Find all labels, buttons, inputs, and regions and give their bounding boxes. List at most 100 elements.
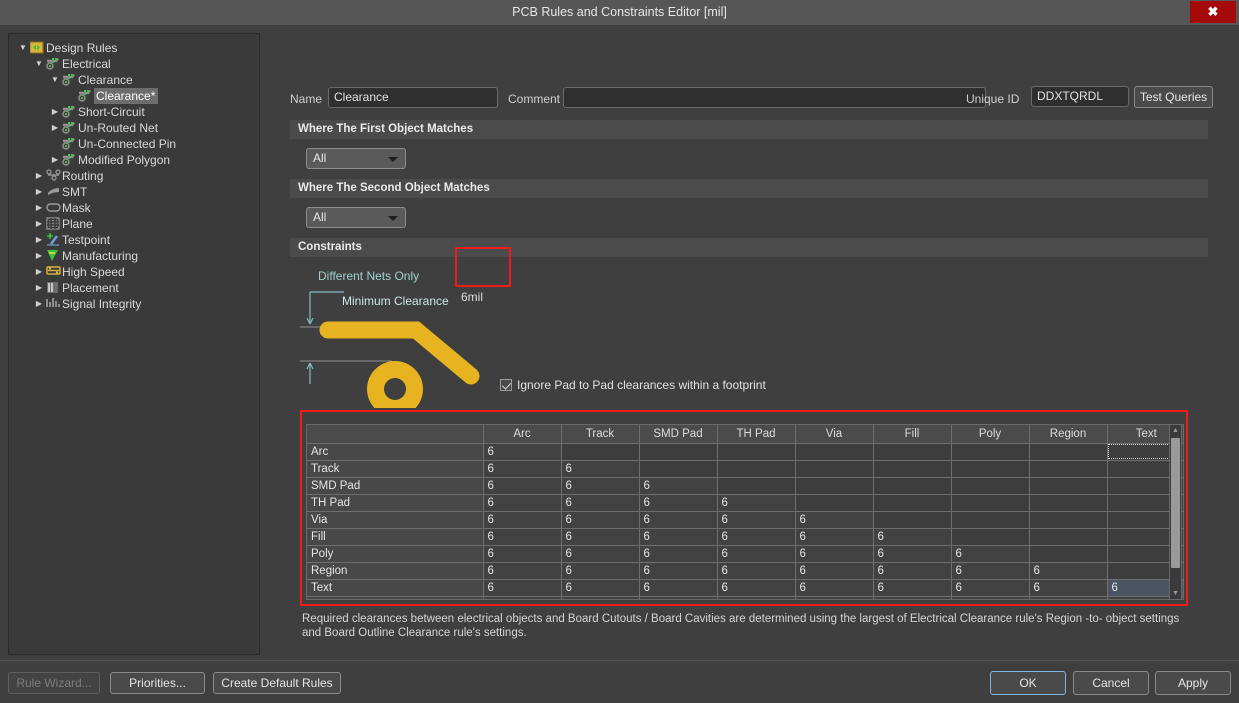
matrix-row[interactable]: TH Pad 6 6 6 6 (307, 494, 1183, 512)
tree-item-un-connected-pin[interactable]: ▶ Un-Connected Pin (9, 136, 259, 152)
matrix-cell[interactable]: 6 (872, 596, 951, 599)
matrix-cell[interactable] (872, 511, 951, 529)
matrix-cell[interactable] (1028, 443, 1107, 461)
matrix-cell[interactable] (716, 443, 795, 461)
matrix-cell[interactable]: 6 (794, 579, 873, 597)
tree-item-clearance[interactable]: ▶ Clearance* (9, 88, 259, 104)
matrix-cell[interactable]: 6 (560, 477, 639, 495)
matrix-cell[interactable] (872, 477, 951, 495)
matrix-cell[interactable] (716, 460, 795, 478)
tree-item-routing[interactable]: ▶ Routing (9, 168, 259, 184)
matrix-cell[interactable]: 6 (1028, 596, 1107, 599)
tree-item-short-circuit[interactable]: ▶ Short-Circuit (9, 104, 259, 120)
matrix-cell[interactable] (1028, 511, 1107, 529)
matrix-cell[interactable]: 6 (950, 579, 1029, 597)
matrix-cell[interactable]: 6 (872, 579, 951, 597)
chevron-right-icon[interactable]: ▶ (49, 152, 61, 168)
matrix-cell[interactable] (1028, 528, 1107, 546)
tree-item-smt[interactable]: ▶ SMT (9, 184, 259, 200)
matrix-row[interactable]: Track 6 6 (307, 460, 1183, 478)
matrix-cell[interactable]: 6 (950, 562, 1029, 580)
chevron-down-icon[interactable]: ▼ (17, 40, 29, 56)
apply-button[interactable]: Apply (1155, 671, 1231, 695)
tree-item-manufacturing[interactable]: ▶ Manufacturing (9, 248, 259, 264)
chevron-right-icon[interactable]: ▶ (33, 232, 45, 248)
matrix-cell[interactable]: 6 (638, 511, 717, 529)
matrix-col-header[interactable]: TH Pad (716, 425, 795, 444)
matrix-row[interactable]: Hole666666666 (307, 596, 1183, 599)
matrix-cell[interactable]: 6 (638, 477, 717, 495)
matrix-cell[interactable]: 6 (482, 579, 561, 597)
priorities-button[interactable]: Priorities... (110, 672, 205, 694)
matrix-row[interactable]: Fill 6 6 6 6 6 6 (307, 528, 1183, 546)
chevron-right-icon[interactable]: ▶ (33, 168, 45, 184)
matrix-cell[interactable] (872, 494, 951, 512)
tree-item-mask[interactable]: ▶ Mask (9, 200, 259, 216)
matrix-cell[interactable] (950, 460, 1029, 478)
matrix-col-header[interactable]: Region (1028, 425, 1107, 444)
matrix-cell[interactable]: 6 (560, 579, 639, 597)
tree-item-signal-integrity[interactable]: ▶ Signal Integrity (9, 296, 259, 312)
matrix-col-header[interactable]: Arc (482, 425, 561, 444)
chevron-right-icon[interactable]: ▶ (49, 120, 61, 136)
matrix-cell[interactable] (716, 477, 795, 495)
matrix-cell[interactable] (950, 528, 1029, 546)
matrix-row[interactable]: Arc 6 (307, 443, 1183, 461)
matrix-row-header[interactable]: Text (307, 579, 483, 597)
chevron-right-icon[interactable]: ▶ (33, 264, 45, 280)
matrix-row[interactable]: Region 6 6 6 6 6 6 6 6 (307, 562, 1183, 580)
matrix-cell[interactable]: 6 (1028, 579, 1107, 597)
matrix-cell[interactable] (872, 443, 951, 461)
matrix-cell[interactable]: 6 (1028, 562, 1107, 580)
chevron-down-icon[interactable]: ▼ (49, 72, 61, 88)
matrix-cell[interactable] (1028, 545, 1107, 563)
tree-item-high-speed[interactable]: ▶ High Speed (9, 264, 259, 280)
tree-item-testpoint[interactable]: ▶ Testpoint (9, 232, 259, 248)
matrix-row-header[interactable]: Poly (307, 545, 483, 563)
tree-item-design-rules[interactable]: ▼ Design Rules (9, 40, 259, 56)
matrix-row[interactable]: SMD Pad 6 6 6 (307, 477, 1183, 495)
scrollbar-thumb[interactable] (1171, 438, 1180, 568)
ok-button[interactable]: OK (990, 671, 1066, 695)
matrix-cell[interactable]: 6 (560, 545, 639, 563)
matrix-cell[interactable]: 6 (482, 494, 561, 512)
first-object-scope-select[interactable]: All (306, 148, 406, 169)
unique-id-input[interactable]: DDXTQRDL (1031, 86, 1129, 107)
design-rules-tree[interactable]: ▼Design Rules▼Electrical▼Clearance▶Clear… (9, 34, 259, 312)
matrix-cell[interactable] (638, 460, 717, 478)
matrix-cell[interactable]: 6 (794, 596, 873, 599)
matrix-cell[interactable]: 6 (716, 562, 795, 580)
matrix-cell[interactable]: 6 (560, 511, 639, 529)
matrix-cell[interactable] (560, 443, 639, 461)
matrix-cell[interactable]: 6 (482, 562, 561, 580)
scroll-up-icon[interactable]: ▲ (1170, 425, 1181, 436)
matrix-cell[interactable]: 6 (638, 528, 717, 546)
matrix-cell[interactable] (794, 460, 873, 478)
comment-input[interactable] (563, 87, 986, 108)
matrix-cell[interactable] (950, 511, 1029, 529)
matrix-cell[interactable]: 6 (482, 511, 561, 529)
matrix-col-header[interactable]: Fill (872, 425, 951, 444)
create-default-rules-button[interactable]: Create Default Rules (213, 672, 341, 694)
chevron-right-icon[interactable]: ▶ (49, 104, 61, 120)
matrix-col-header[interactable]: SMD Pad (638, 425, 717, 444)
matrix-row[interactable]: Via 6 6 6 6 6 (307, 511, 1183, 529)
second-object-scope-select[interactable]: All (306, 207, 406, 228)
matrix-row-header[interactable]: SMD Pad (307, 477, 483, 495)
clearance-matrix-table[interactable]: Arc Track SMD Pad TH Pad Via Fill Poly Region Te… (307, 425, 1183, 599)
matrix-cell[interactable]: 6 (482, 528, 561, 546)
matrix-cell[interactable]: 6 (872, 528, 951, 546)
matrix-cell[interactable]: 6 (716, 545, 795, 563)
matrix-cell[interactable]: 6 (482, 596, 561, 599)
chevron-right-icon[interactable]: ▶ (33, 184, 45, 200)
chevron-down-icon[interactable]: ▼ (33, 56, 45, 72)
matrix-cell[interactable]: 6 (716, 579, 795, 597)
tree-item-plane[interactable]: ▶ Plane (9, 216, 259, 232)
scroll-down-icon[interactable]: ▼ (1170, 588, 1181, 599)
clearance-matrix-scrollbar[interactable]: ▲ ▼ (1169, 424, 1182, 600)
close-icon[interactable]: ✖ (1190, 1, 1236, 23)
chevron-right-icon[interactable]: ▶ (33, 200, 45, 216)
matrix-cell[interactable] (1028, 494, 1107, 512)
tree-item-clearance[interactable]: ▼ Clearance (9, 72, 259, 88)
cancel-button[interactable]: Cancel (1073, 671, 1149, 695)
